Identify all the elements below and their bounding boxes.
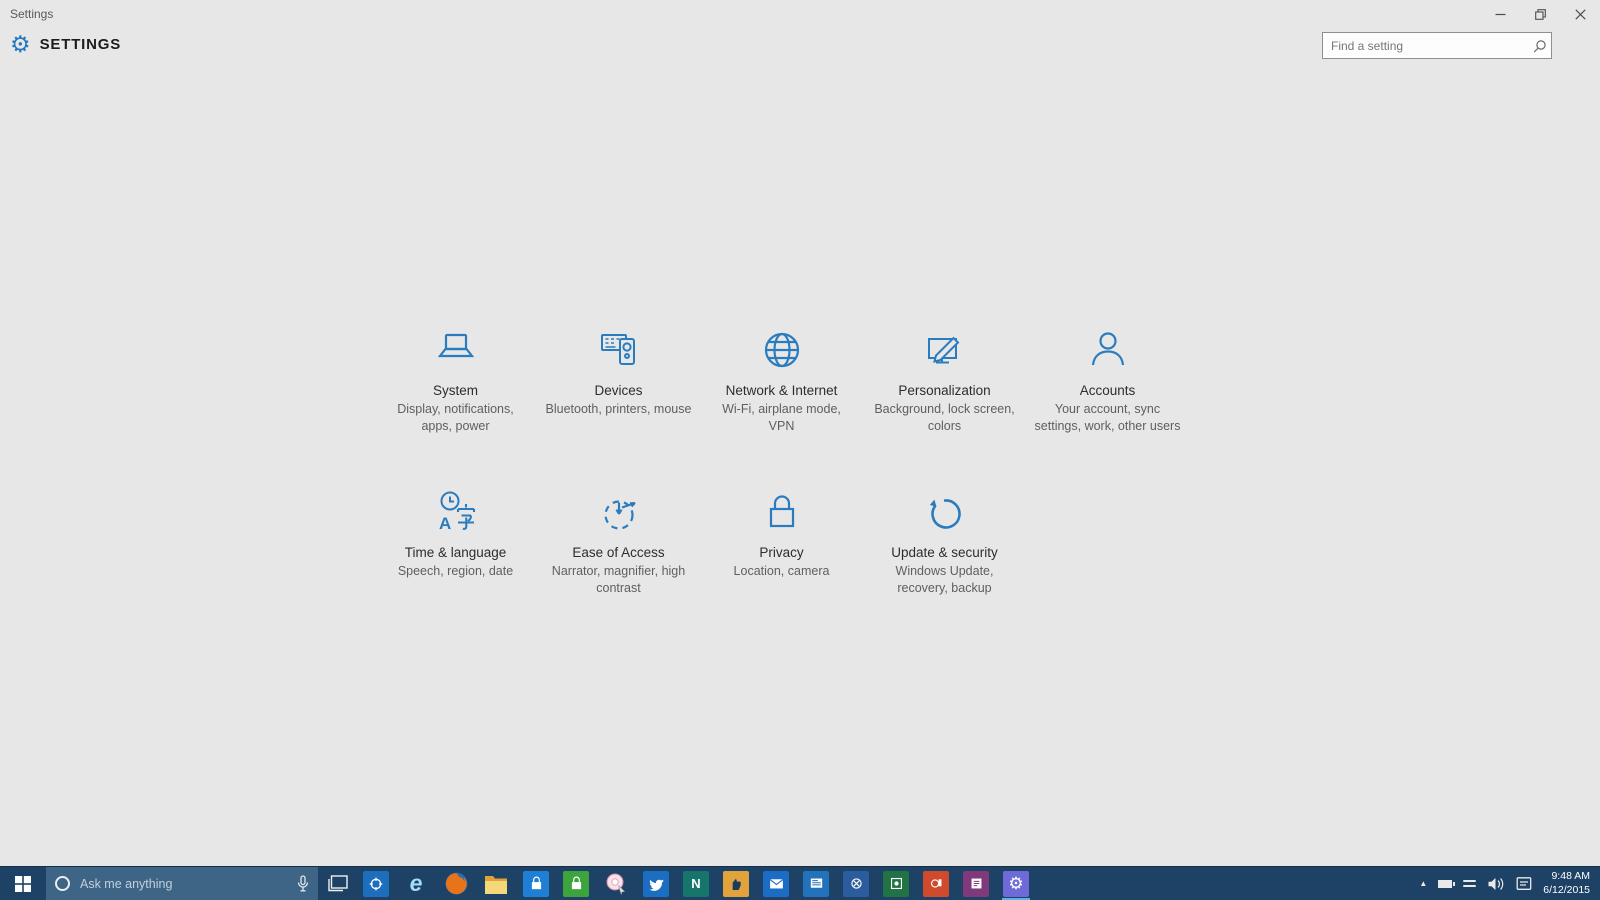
tile-network[interactable]: Network & Internet Wi-Fi, airplane mode,… [700, 316, 863, 434]
gear-icon: ⚙ [10, 33, 31, 56]
task-view-icon [327, 875, 348, 892]
taskbar-app-office-red[interactable] [916, 867, 956, 900]
restore-button[interactable] [1520, 0, 1560, 28]
taskbar-app-firefox[interactable] [436, 867, 476, 900]
page-title: SETTINGS [40, 36, 121, 53]
laptop-icon [374, 316, 537, 374]
battery-icon[interactable] [1438, 880, 1452, 888]
taskbar-app-mail[interactable] [756, 867, 796, 900]
taskbar-app-twitter[interactable] [636, 867, 676, 900]
find-setting-box[interactable] [1322, 32, 1552, 59]
clock-date: 6/12/2015 [1543, 884, 1590, 896]
cortana-search-box[interactable] [46, 867, 318, 900]
tile-update-security[interactable]: Update & security Windows Update, recove… [863, 478, 1026, 596]
tile-accounts[interactable]: Accounts Your account, sync settings, wo… [1026, 316, 1189, 434]
tile-desc: Display, notifications, apps, power [374, 401, 537, 434]
network-icon[interactable] [1463, 879, 1476, 889]
taskbar-app-store[interactable] [516, 867, 556, 900]
globe-icon [700, 316, 863, 374]
tile-personalization[interactable]: Personalization Background, lock screen,… [863, 316, 1026, 434]
tile-time-language[interactable]: A Time & language Speech, region, date [374, 478, 537, 596]
tile-title: Update & security [863, 545, 1026, 560]
tile-title: Accounts [1026, 383, 1189, 398]
tile-privacy[interactable]: Privacy Location, camera [700, 478, 863, 596]
taskbar-app-compass[interactable] [356, 867, 396, 900]
taskbar-app-news[interactable] [796, 867, 836, 900]
windows-logo-icon [15, 876, 31, 892]
titlebar: Settings [0, 0, 1600, 28]
person-icon [1026, 316, 1189, 374]
tile-title: System [374, 383, 537, 398]
window-title: Settings [10, 7, 53, 21]
keyboard-speaker-icon [537, 316, 700, 374]
tile-desc: Narrator, magnifier, high contrast [537, 563, 700, 596]
taskbar-app-outlook[interactable] [836, 867, 876, 900]
internet-explorer-icon: e [410, 872, 423, 895]
tile-title: Network & Internet [700, 383, 863, 398]
restore-icon [1535, 9, 1546, 20]
settings-gear-icon: ⚙ [1008, 875, 1023, 892]
bird-icon [647, 875, 665, 893]
app-header: ⚙ SETTINGS [10, 33, 121, 56]
svg-text:A: A [439, 514, 451, 533]
system-tray: ▲ 9:48 AM 6/12/2015 [1408, 867, 1600, 900]
taskbar-app-store-green[interactable] [556, 867, 596, 900]
taskbar-app-settings[interactable]: ⚙ [996, 867, 1036, 900]
search-icon[interactable] [1529, 39, 1551, 53]
search-input[interactable] [1323, 39, 1529, 53]
close-button[interactable] [1560, 0, 1600, 28]
chevron-up-icon[interactable]: ▲ [1419, 879, 1427, 888]
tile-desc: Speech, region, date [374, 563, 537, 580]
lock-icon [700, 478, 863, 536]
tile-system[interactable]: System Display, notifications, apps, pow… [374, 316, 537, 434]
tile-desc: Windows Update, recovery, backup [863, 563, 1026, 596]
tile-desc: Background, lock screen, colors [863, 401, 1026, 434]
taskbar-clock[interactable]: 9:48 AM 6/12/2015 [1543, 870, 1590, 897]
start-button[interactable] [0, 867, 46, 900]
tile-ease-of-access[interactable]: Ease of Access Narrator, magnifier, high… [537, 478, 700, 596]
refresh-arrow-icon [863, 478, 1026, 536]
clock-time: 9:48 AM [1551, 870, 1590, 882]
cortana-icon [55, 876, 70, 891]
close-icon [1575, 9, 1586, 20]
tiles-row-1: System Display, notifications, apps, pow… [374, 316, 1189, 434]
envelope-icon [768, 875, 785, 892]
tile-desc: Your account, sync settings, work, other… [1026, 401, 1189, 434]
taskbar-search-input[interactable] [80, 877, 297, 891]
onenote-n-glyph: N [691, 876, 700, 891]
tile-title: Privacy [700, 545, 863, 560]
firefox-icon [444, 871, 469, 896]
tile-title: Personalization [863, 383, 1026, 398]
tile-desc: Bluetooth, printers, mouse [537, 401, 700, 418]
minimize-icon [1495, 9, 1506, 20]
taskbar-app-office-green[interactable] [876, 867, 916, 900]
taskbar-app-onenote-teal[interactable]: N [676, 867, 716, 900]
folder-icon [484, 873, 508, 895]
taskbar: e [0, 866, 1600, 900]
volume-icon[interactable] [1487, 877, 1505, 891]
tiles-row-2: A Time & language Speech, region, date E… [374, 478, 1026, 596]
tile-title: Time & language [374, 545, 537, 560]
taskbar-app-office-purple[interactable] [956, 867, 996, 900]
taskbar-app-file-explorer[interactable] [476, 867, 516, 900]
tile-devices[interactable]: Devices Bluetooth, printers, mouse [537, 316, 700, 434]
tile-desc: Wi-Fi, airplane mode, VPN [700, 401, 863, 434]
taskbar-app-amber[interactable] [716, 867, 756, 900]
microphone-icon[interactable] [297, 875, 309, 892]
clock-language-icon: A [374, 478, 537, 536]
tile-title: Devices [537, 383, 700, 398]
taskbar-spacer [1036, 867, 1408, 900]
taskbar-app-flower[interactable] [596, 867, 636, 900]
action-center-icon[interactable] [1516, 876, 1532, 891]
task-view-button[interactable] [318, 867, 356, 900]
taskbar-app-internet-explorer[interactable]: e [396, 867, 436, 900]
dashed-clock-arrow-icon [537, 478, 700, 536]
monitor-pen-icon [863, 316, 1026, 374]
tile-desc: Location, camera [700, 563, 863, 580]
flower-icon [604, 872, 628, 896]
minimize-button[interactable] [1480, 0, 1520, 28]
tile-title: Ease of Access [537, 545, 700, 560]
